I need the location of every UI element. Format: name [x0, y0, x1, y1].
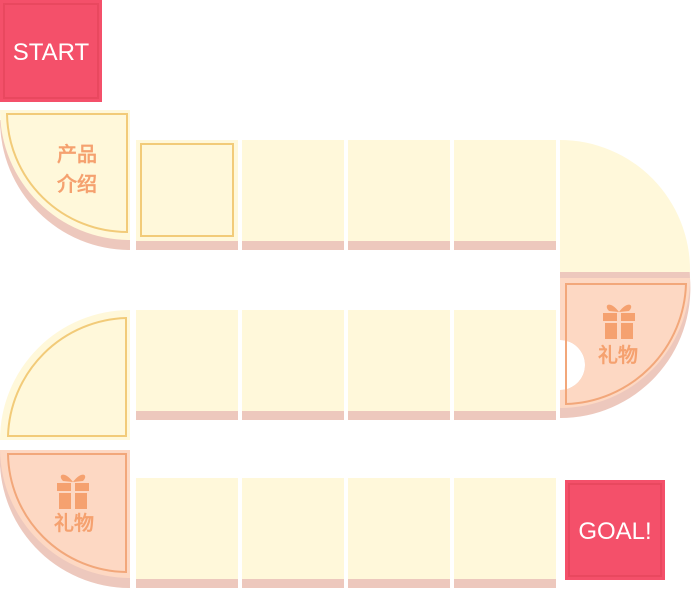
- path-tile: [348, 478, 450, 588]
- corner-tile: [560, 140, 691, 282]
- game-board: START 产品 介绍 礼物 礼物 GOAL!: [0, 0, 691, 589]
- row-3: [136, 478, 556, 588]
- goal-sign[interactable]: GOAL!: [565, 480, 665, 580]
- intro-label-line2: 介绍: [56, 172, 97, 196]
- row-2: [0, 310, 556, 440]
- path-tile: [136, 310, 238, 420]
- intro-tile[interactable]: 产品 介绍: [0, 110, 130, 250]
- intro-label-line1: 产品: [57, 142, 97, 166]
- gift-label-left: 礼物: [54, 511, 94, 535]
- corner-tile: [0, 310, 130, 440]
- gift-label-right: 礼物: [598, 343, 638, 367]
- path-tile: [242, 140, 344, 250]
- path-tile: [454, 140, 556, 250]
- goal-label: GOAL!: [578, 518, 651, 545]
- path-tile: [454, 478, 556, 588]
- gift-tile-left[interactable]: 礼物: [0, 450, 130, 589]
- path-tile: [136, 140, 238, 250]
- start-sign[interactable]: START: [0, 0, 102, 102]
- path-tile: [348, 310, 450, 420]
- path-tile: [136, 478, 238, 588]
- path-tile: [242, 478, 344, 588]
- row-1: 产品 介绍: [0, 110, 691, 282]
- gift-tile-right[interactable]: 礼物: [560, 278, 691, 419]
- start-label: START: [13, 39, 90, 66]
- path-tile: [242, 310, 344, 420]
- path-tile: [348, 140, 450, 250]
- path-tile: [454, 310, 556, 420]
